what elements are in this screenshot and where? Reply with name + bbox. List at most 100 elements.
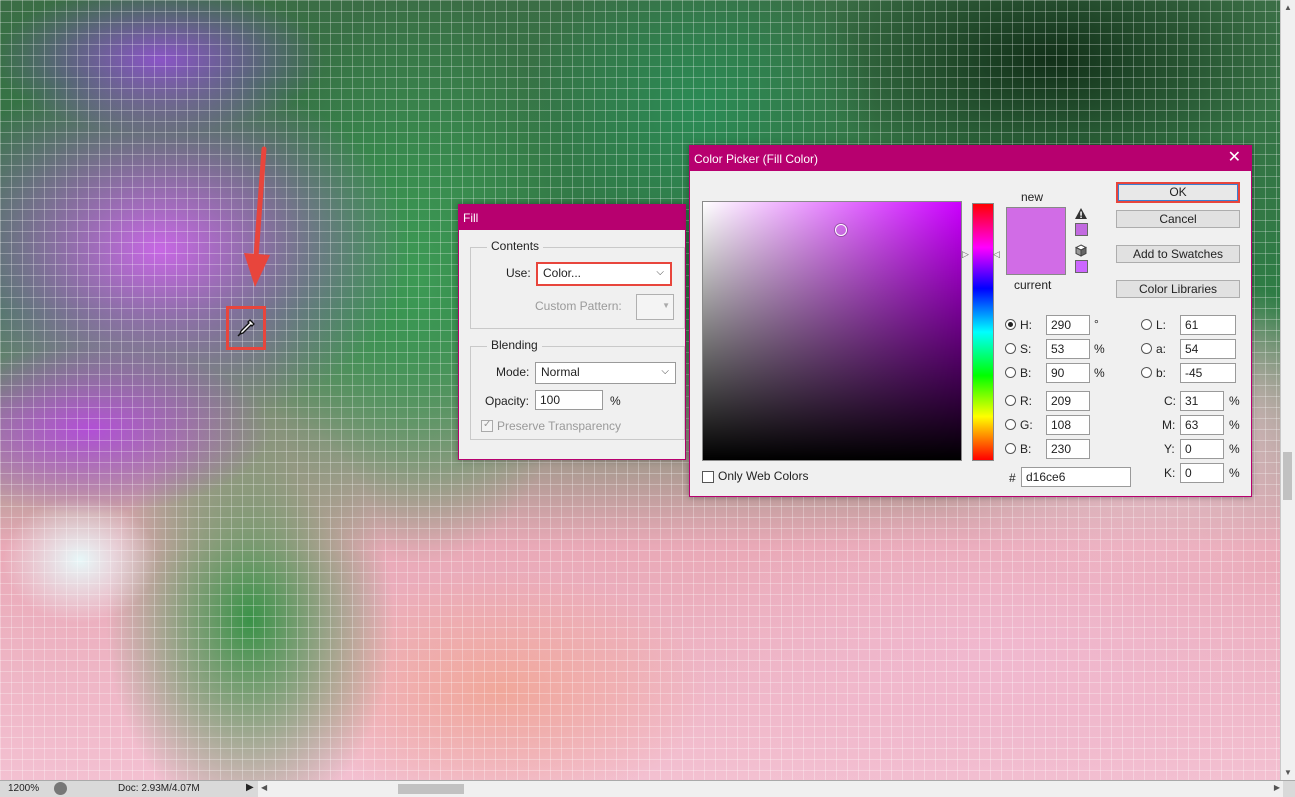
scroll-down-icon[interactable]: ▼ bbox=[1284, 768, 1292, 777]
horizontal-scrollbar[interactable]: ◀ ▶ bbox=[258, 781, 1283, 797]
cancel-button[interactable]: Cancel bbox=[1116, 210, 1240, 228]
chevron-down-icon: ⌵ bbox=[661, 366, 669, 377]
radio-lab-a[interactable] bbox=[1141, 343, 1152, 354]
mode-select[interactable]: Normal ⌵ bbox=[535, 362, 676, 384]
radio-red[interactable] bbox=[1005, 395, 1016, 406]
document-size: Doc: 2.93M/4.07M bbox=[118, 783, 200, 794]
red-input[interactable]: 209 bbox=[1046, 391, 1090, 411]
radio-lab-l[interactable] bbox=[1141, 319, 1152, 330]
zoom-indicator-icon bbox=[54, 782, 67, 795]
cube-icon[interactable] bbox=[1075, 244, 1087, 257]
use-select[interactable]: Color... ⌵ bbox=[536, 262, 672, 286]
saturation-input[interactable]: 53 bbox=[1046, 339, 1090, 359]
hue-input[interactable]: 290 bbox=[1046, 315, 1090, 335]
hex-input[interactable]: d16ce6 bbox=[1021, 467, 1131, 487]
brightness-label: B: bbox=[1020, 366, 1032, 380]
radio-lab-b[interactable] bbox=[1141, 367, 1152, 378]
blue-input[interactable]: 230 bbox=[1046, 439, 1090, 459]
annotation-arrow bbox=[244, 146, 270, 287]
hue-unit: ° bbox=[1094, 317, 1099, 331]
fill-dialog-title: Fill bbox=[463, 210, 479, 225]
opacity-label: Opacity: bbox=[485, 394, 530, 408]
hue-label: H: bbox=[1020, 318, 1032, 332]
add-to-swatches-button[interactable]: Add to Swatches bbox=[1116, 245, 1240, 263]
saturation-brightness-field[interactable] bbox=[702, 201, 962, 461]
vertical-scroll-thumb[interactable] bbox=[1283, 452, 1292, 500]
web-safe-color-swatch[interactable] bbox=[1075, 260, 1088, 273]
chevron-down-icon: ▼ bbox=[662, 301, 670, 310]
checkmark-icon: ✓ bbox=[483, 419, 492, 430]
eyedropper-highlight-box bbox=[226, 306, 266, 350]
radio-brightness[interactable] bbox=[1005, 367, 1016, 378]
brightness-unit: % bbox=[1094, 366, 1105, 380]
black-input[interactable]: 0 bbox=[1180, 463, 1224, 483]
hue-slider-left-arrow-icon[interactable]: ▷ bbox=[962, 249, 969, 260]
yellow-unit: % bbox=[1229, 442, 1240, 456]
color-picker-title: Color Picker (Fill Color) bbox=[694, 151, 819, 166]
yellow-input[interactable]: 0 bbox=[1180, 439, 1224, 459]
lab-a-label: a: bbox=[1156, 342, 1167, 356]
new-color-swatch bbox=[1006, 207, 1066, 242]
cyan-unit: % bbox=[1229, 394, 1240, 408]
opacity-input[interactable]: 100 bbox=[535, 390, 603, 410]
horizontal-scroll-thumb[interactable] bbox=[398, 784, 464, 794]
opacity-unit: % bbox=[610, 394, 621, 408]
blue-label: B: bbox=[1020, 442, 1032, 456]
current-color-label: current bbox=[1014, 278, 1052, 292]
black-label: K: bbox=[1164, 466, 1176, 480]
magenta-input[interactable]: 63 bbox=[1180, 415, 1224, 435]
cyan-input[interactable]: 31 bbox=[1180, 391, 1224, 411]
scroll-up-icon[interactable]: ▲ bbox=[1284, 3, 1292, 12]
status-menu-arrow-icon[interactable]: ▶ bbox=[246, 782, 254, 793]
radio-hue[interactable] bbox=[1005, 319, 1016, 330]
scroll-left-icon[interactable]: ◀ bbox=[261, 783, 267, 792]
scroll-right-icon[interactable]: ▶ bbox=[1274, 783, 1280, 792]
ok-button[interactable]: OK bbox=[1116, 182, 1240, 203]
lab-b-label: b: bbox=[1156, 366, 1167, 380]
warning-icon[interactable] bbox=[1074, 207, 1088, 220]
color-picker-titlebar[interactable]: Color Picker (Fill Color) ✕ bbox=[690, 146, 1251, 171]
radio-blue[interactable] bbox=[1005, 443, 1016, 454]
lab-a-input[interactable]: 54 bbox=[1180, 339, 1236, 359]
use-select-value: Color... bbox=[543, 266, 582, 280]
color-picker-dialog: Color Picker (Fill Color) ✕ ▷ ◁ new curr… bbox=[689, 145, 1252, 497]
status-bar: 1200% Doc: 2.93M/4.07M ▶ ◀ ▶ bbox=[0, 780, 1295, 797]
preserve-transparency-label: Preserve Transparency bbox=[497, 419, 622, 433]
brightness-input[interactable]: 90 bbox=[1046, 363, 1090, 383]
custom-pattern-label: Custom Pattern: bbox=[535, 299, 622, 313]
blending-group-title: Blending bbox=[487, 338, 542, 352]
saturation-unit: % bbox=[1094, 342, 1105, 356]
current-color-swatch[interactable] bbox=[1006, 241, 1066, 275]
hue-slider-right-arrow-icon[interactable]: ◁ bbox=[993, 249, 1000, 260]
mode-select-value: Normal bbox=[541, 365, 580, 379]
eyedropper-icon bbox=[237, 319, 255, 337]
lab-b-input[interactable]: -45 bbox=[1180, 363, 1236, 383]
only-web-colors-checkbox[interactable] bbox=[702, 471, 714, 483]
contents-group-title: Contents bbox=[487, 239, 544, 253]
magenta-label: M: bbox=[1162, 418, 1176, 432]
hue-slider[interactable] bbox=[972, 203, 994, 461]
black-unit: % bbox=[1229, 466, 1240, 480]
radio-green[interactable] bbox=[1005, 419, 1016, 430]
radio-saturation[interactable] bbox=[1005, 343, 1016, 354]
custom-pattern-picker[interactable]: ▼ bbox=[636, 294, 674, 320]
lab-l-input[interactable]: 61 bbox=[1180, 315, 1236, 335]
zoom-level[interactable]: 1200% bbox=[8, 783, 39, 794]
gamut-color-swatch[interactable] bbox=[1075, 223, 1088, 236]
lab-l-label: L: bbox=[1156, 318, 1167, 332]
yellow-label: Y: bbox=[1164, 442, 1175, 456]
mode-label: Mode: bbox=[496, 365, 530, 379]
vertical-scrollbar[interactable]: ▲ ▼ bbox=[1280, 0, 1295, 780]
color-libraries-button[interactable]: Color Libraries bbox=[1116, 280, 1240, 298]
green-input[interactable]: 108 bbox=[1046, 415, 1090, 435]
fill-dialog: Fill Contents Use: Color... ⌵ Custom Pat… bbox=[458, 204, 686, 460]
chevron-down-icon: ⌵ bbox=[656, 267, 664, 278]
green-label: G: bbox=[1020, 418, 1033, 432]
close-icon[interactable]: ✕ bbox=[1228, 150, 1241, 166]
fill-dialog-titlebar[interactable]: Fill bbox=[459, 205, 685, 230]
preserve-transparency-checkbox[interactable]: ✓ bbox=[481, 419, 493, 432]
magenta-unit: % bbox=[1229, 418, 1240, 432]
blending-group: Blending Mode: Normal ⌵ Opacity: 100 % ✓… bbox=[470, 338, 685, 440]
cyan-label: C: bbox=[1164, 394, 1176, 408]
color-selection-marker[interactable] bbox=[835, 224, 847, 236]
